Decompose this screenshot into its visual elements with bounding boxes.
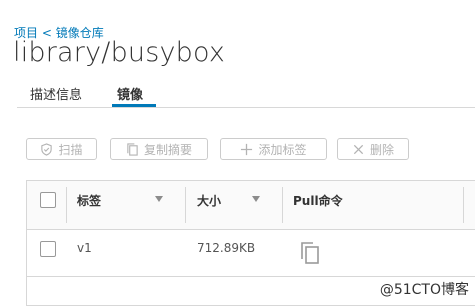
select-all-checkbox[interactable] [40, 192, 56, 208]
size-cell: 712.89KB [197, 241, 256, 255]
plus-icon [241, 143, 253, 155]
row-checkbox[interactable] [40, 241, 56, 257]
column-divider [66, 187, 67, 223]
table-header: 标签 大小 Pull命令 [27, 181, 475, 230]
toolbar: 扫描 复制摘要 添加标签 删除 [0, 138, 475, 162]
copy-digest-button[interactable]: 复制摘要 [110, 138, 208, 160]
column-divider [463, 187, 464, 223]
column-header-pull-command: Pull命令 [293, 194, 343, 208]
shield-icon [41, 142, 53, 156]
column-header-tag: 标签 [77, 194, 102, 208]
table-row: v1 712.89KB [27, 230, 475, 277]
copy-pull-command-icon[interactable] [299, 241, 321, 265]
add-label-button[interactable]: 添加标签 [220, 138, 327, 160]
scan-button-label: 扫描 [58, 142, 83, 157]
copy-icon [127, 142, 138, 156]
column-divider [185, 187, 186, 223]
copy-digest-label: 复制摘要 [143, 142, 192, 157]
column-header-size: 大小 [197, 194, 222, 208]
scan-button[interactable]: 扫描 [26, 138, 97, 160]
tab-bar: 描述信息 镜像 [0, 78, 475, 108]
tab-description[interactable]: 描述信息 [30, 84, 82, 103]
tag-cell[interactable]: v1 [77, 241, 92, 255]
add-label-label: 添加标签 [258, 142, 307, 157]
close-icon [353, 144, 364, 154]
delete-button[interactable]: 删除 [337, 138, 409, 160]
tab-divider [17, 107, 475, 108]
page-title: library/busybox [13, 37, 226, 68]
tab-images[interactable]: 镜像 [117, 84, 143, 103]
column-divider [282, 187, 283, 223]
delete-label: 删除 [369, 142, 394, 157]
filter-icon[interactable] [155, 196, 163, 202]
watermark: @51CTO博客 [379, 282, 469, 298]
filter-icon[interactable] [252, 196, 260, 202]
